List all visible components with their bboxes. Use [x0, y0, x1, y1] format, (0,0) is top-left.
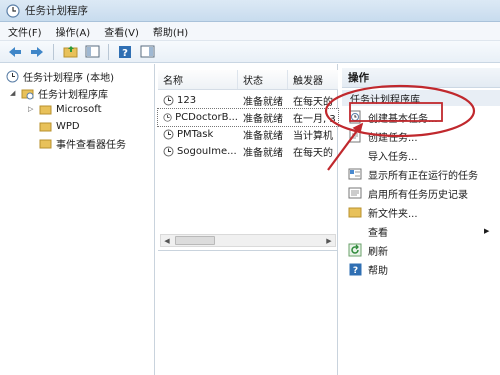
task-status: 准备就绪	[243, 148, 283, 159]
running-tasks-icon	[348, 167, 362, 181]
action-label: 新文件夹...	[368, 208, 418, 220]
back-arrow-icon[interactable]	[6, 43, 24, 61]
help-icon: ?	[348, 262, 362, 276]
task-clock-icon	[163, 146, 174, 157]
task-name: SogouIme...	[177, 146, 237, 157]
toolbar-separator	[53, 43, 54, 60]
menu-file[interactable]: 文件(F)	[8, 24, 42, 39]
task-trigger: 在一月, 3	[293, 114, 336, 125]
action-label: 显示所有正在运行的任务	[368, 170, 478, 182]
action-label: 启用所有任务历史记录	[368, 189, 468, 201]
tree-item-event-viewer-tasks[interactable]: 事件查看器任务	[39, 135, 126, 151]
collapse-arrow-icon[interactable]: ◢	[10, 89, 18, 97]
folder-icon	[39, 122, 52, 131]
column-trigger[interactable]: 触发器	[288, 70, 338, 89]
action-show-running-tasks[interactable]: 显示所有正在运行的任务	[348, 165, 478, 183]
properties-icon[interactable]	[138, 43, 156, 61]
new-folder-icon	[348, 205, 362, 219]
tree-item-label: Microsoft	[56, 103, 102, 115]
tree-item-root[interactable]: 任务计划程序 (本地)	[6, 68, 114, 84]
actions-section-title[interactable]: 任务计划程序库	[342, 90, 500, 106]
task-trigger: 在每天的	[293, 97, 333, 108]
menu-bar: 文件(F) 操作(A) 查看(V) 帮助(H)	[0, 22, 500, 41]
help-icon[interactable]: ?	[116, 43, 134, 61]
svg-text:?: ?	[352, 266, 357, 276]
folder-up-icon[interactable]	[61, 43, 79, 61]
scroll-right-icon[interactable]: ▶	[323, 237, 335, 245]
task-row[interactable]: PMTask 准备就绪 当计算机	[158, 126, 338, 143]
action-label: 创建任务...	[368, 132, 418, 144]
column-name[interactable]: 名称	[158, 70, 238, 89]
task-scheduler-app-icon	[6, 3, 20, 18]
scroll-thumb[interactable]	[175, 236, 215, 245]
folder-icon	[39, 139, 52, 148]
menu-view[interactable]: 查看(V)	[104, 24, 139, 39]
create-task-icon	[348, 129, 362, 143]
task-row[interactable]: SogouIme... 准备就绪 在每天的	[158, 143, 338, 160]
task-clock-icon	[163, 95, 174, 106]
action-label: 刷新	[368, 246, 388, 258]
clock-icon	[6, 70, 19, 82]
task-trigger: 当计算机	[293, 131, 333, 142]
action-enable-history[interactable]: 启用所有任务历史记录	[348, 184, 468, 202]
task-trigger: 在每天的	[293, 148, 333, 159]
task-status: 准备就绪	[243, 114, 283, 125]
tree-item-label: WPD	[56, 120, 80, 132]
title-bar: 任务计划程序	[0, 0, 500, 22]
svg-text:?: ?	[122, 48, 128, 59]
task-row[interactable]: 123 准备就绪 在每天的	[158, 92, 338, 109]
tree-item-microsoft[interactable]: ▷ Microsoft	[28, 101, 102, 117]
column-status[interactable]: 状态	[238, 70, 288, 89]
task-status: 准备就绪	[243, 97, 283, 108]
history-icon	[348, 186, 362, 200]
action-create-basic-task[interactable]: 创建基本任务...	[348, 108, 438, 126]
action-label: 创建基本任务...	[368, 113, 438, 125]
tree-item-wpd[interactable]: WPD	[39, 118, 80, 134]
action-label: 查看	[368, 227, 388, 239]
action-label: 导入任务...	[368, 151, 418, 163]
task-name: PMTask	[177, 129, 214, 140]
create-basic-task-icon	[348, 110, 362, 124]
refresh-icon	[348, 243, 362, 257]
library-folder-icon	[21, 89, 34, 99]
task-name: PCDoctorB...	[175, 112, 238, 123]
expand-arrow-icon[interactable]: ▷	[28, 105, 36, 113]
task-clock-icon	[163, 113, 172, 122]
menu-help[interactable]: 帮助(H)	[153, 24, 188, 39]
forward-arrow-icon[interactable]	[28, 43, 46, 61]
task-list-header: 名称 状态 触发器	[158, 70, 338, 90]
action-view[interactable]: 查看 ▶	[348, 222, 489, 240]
toolbar: ?	[0, 41, 500, 63]
task-list-pane: 名称 状态 触发器 123 准备就绪 在每天的 PCDoctorB... 准备就…	[157, 64, 339, 375]
submenu-arrow-icon: ▶	[484, 227, 490, 235]
action-refresh[interactable]: 刷新	[348, 241, 388, 259]
task-row[interactable]: PCDoctorB... 准备就绪 在一月, 3	[157, 108, 339, 127]
folder-icon	[39, 105, 52, 114]
tree-item-library[interactable]: ◢ 任务计划程序库	[10, 85, 108, 101]
actions-pane: 操作 任务计划程序库 创建基本任务... 创建任务... 导入任务... 显示所…	[342, 64, 500, 375]
task-clock-icon	[163, 129, 174, 140]
show-pane-icon[interactable]	[83, 43, 101, 61]
tree-library-label: 任务计划程序库	[38, 89, 108, 101]
navigation-tree: 任务计划程序 (本地) ◢ 任务计划程序库 ▷ Microsoft WPD 事件…	[0, 64, 155, 375]
horizontal-scrollbar[interactable]: ◀ ▶	[160, 234, 336, 247]
pane-divider[interactable]	[158, 250, 338, 251]
tree-root-label: 任务计划程序 (本地)	[23, 72, 114, 84]
action-new-folder[interactable]: 新文件夹...	[348, 203, 418, 221]
menu-action[interactable]: 操作(A)	[56, 24, 91, 39]
action-create-task[interactable]: 创建任务...	[348, 127, 418, 145]
task-name: 123	[177, 95, 197, 106]
scroll-left-icon[interactable]: ◀	[161, 237, 173, 245]
task-status: 准备就绪	[243, 131, 283, 142]
toolbar-separator	[108, 43, 109, 60]
window-title: 任务计划程序	[25, 5, 88, 17]
action-help[interactable]: ? 帮助	[348, 260, 388, 278]
action-import-task[interactable]: 导入任务...	[348, 146, 418, 164]
action-label: 帮助	[368, 265, 388, 277]
tree-item-label: 事件查看器任务	[56, 139, 126, 151]
actions-header: 操作	[342, 68, 500, 88]
